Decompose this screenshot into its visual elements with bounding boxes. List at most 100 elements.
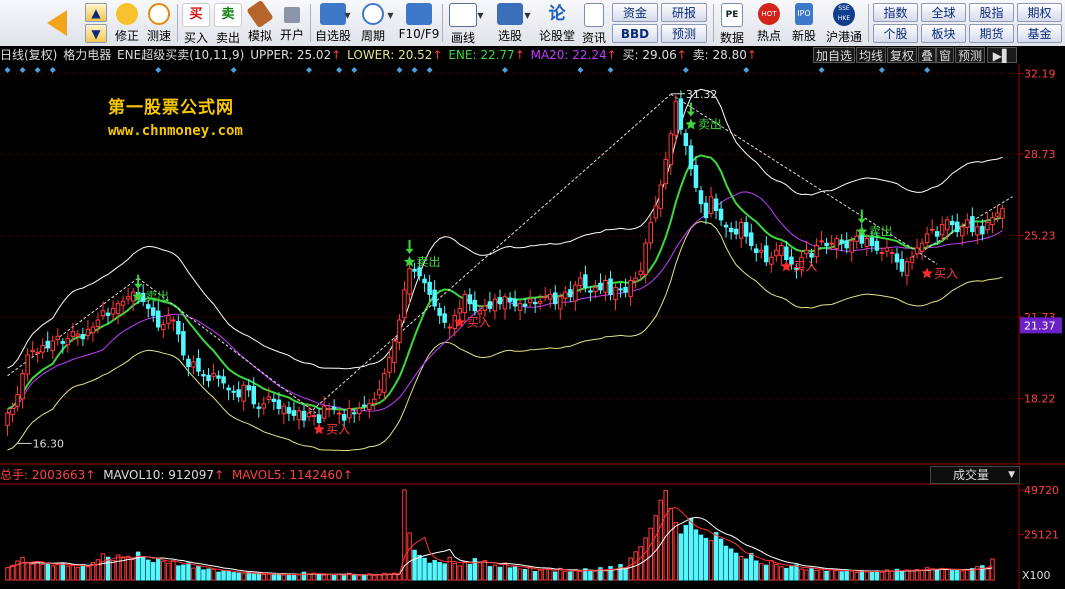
candle-body bbox=[819, 240, 824, 243]
volume-bar bbox=[35, 561, 40, 581]
add-watchlist-button[interactable]: 加自选 bbox=[813, 47, 856, 63]
buy-arrow: ↑ bbox=[676, 48, 687, 62]
volume-bar bbox=[764, 564, 769, 581]
candle-body bbox=[487, 301, 493, 309]
candle-body bbox=[211, 373, 216, 377]
ma-button[interactable]: 均线 bbox=[856, 47, 887, 63]
volume-bar bbox=[789, 566, 794, 581]
candle-body bbox=[236, 389, 241, 398]
candle-body bbox=[60, 341, 65, 344]
volume-bar bbox=[467, 563, 473, 581]
candle-body bbox=[628, 280, 633, 297]
candle-body bbox=[658, 184, 663, 209]
volume-bar bbox=[171, 560, 176, 581]
mavol10-value: MAVOL10: 912097 bbox=[103, 468, 215, 482]
volume-bar bbox=[151, 562, 156, 581]
candle-body bbox=[874, 240, 880, 251]
candle-body bbox=[638, 270, 643, 276]
panel-toggle-icon[interactable]: ▶▌ bbox=[987, 47, 1017, 63]
volume-indicator-select[interactable]: 成交量 ▼ bbox=[930, 466, 1020, 484]
volume-unit-label: X100 bbox=[1022, 569, 1051, 582]
candle-body bbox=[422, 278, 427, 284]
ma20-value: MA20: 22.24 bbox=[530, 48, 607, 62]
candle-body bbox=[899, 259, 905, 272]
volume-bar bbox=[849, 570, 854, 581]
window-button[interactable]: 窗 bbox=[936, 47, 955, 63]
candle-body bbox=[824, 242, 829, 247]
candle-body bbox=[960, 226, 965, 237]
candle-body bbox=[588, 290, 593, 293]
candle-body bbox=[110, 307, 116, 315]
overlay-button[interactable]: 叠 bbox=[918, 47, 937, 63]
volume-bar bbox=[698, 534, 704, 581]
buy-signal-label: 买入 bbox=[934, 266, 958, 280]
volume-bar bbox=[517, 568, 523, 581]
candle-body bbox=[839, 239, 844, 244]
volume-bar bbox=[527, 566, 533, 581]
volume-bar bbox=[743, 558, 749, 581]
volume-bar bbox=[512, 565, 518, 581]
candle-body bbox=[643, 242, 648, 275]
volume-bar bbox=[613, 568, 618, 581]
buy-signal-label: 买入 bbox=[326, 422, 350, 436]
volume-bar bbox=[55, 564, 60, 581]
candle-body bbox=[35, 352, 40, 355]
volume-bar bbox=[945, 569, 950, 581]
sell-signal-label: 卖出 bbox=[869, 225, 893, 239]
candle-body bbox=[492, 298, 498, 312]
candle-body bbox=[955, 221, 960, 233]
lower-arrow: ↑ bbox=[432, 48, 443, 62]
candle-body bbox=[713, 198, 719, 212]
candle-body bbox=[347, 408, 352, 419]
volume-bar bbox=[548, 568, 553, 581]
volume-bar bbox=[874, 570, 880, 581]
volume-bar bbox=[321, 574, 327, 581]
volume-bar bbox=[70, 565, 76, 581]
candle-body bbox=[256, 406, 261, 409]
predict-button[interactable]: 预测 bbox=[955, 47, 986, 63]
volume-bar bbox=[939, 567, 945, 581]
volume-bar bbox=[206, 568, 211, 581]
candle-body bbox=[527, 298, 533, 304]
stock-chart[interactable]: 卖出买入卖出买入卖出买入卖出买入16.3031.32 32.1928.7325.… bbox=[0, 0, 1065, 589]
candle-body bbox=[583, 274, 588, 288]
candle-body bbox=[497, 297, 503, 305]
candle-body bbox=[759, 249, 764, 253]
mavol5-value: MAVOL5: 1142460 bbox=[231, 468, 343, 482]
volume-bar bbox=[487, 566, 493, 581]
volume-bar bbox=[738, 556, 744, 581]
candle-body bbox=[377, 389, 382, 396]
volume-bar bbox=[10, 564, 15, 581]
candle-body bbox=[532, 301, 538, 305]
volume-bar bbox=[618, 564, 623, 581]
candle-body bbox=[985, 221, 990, 231]
volume-bar bbox=[482, 560, 488, 581]
candle-body bbox=[1000, 207, 1005, 219]
indicator-name: ENE超级买卖(10,11,9) bbox=[117, 48, 245, 62]
adjust-button[interactable]: 复权 bbox=[887, 47, 918, 63]
candle-body bbox=[573, 284, 578, 302]
candle-body bbox=[90, 326, 96, 334]
volume-bar bbox=[718, 538, 724, 581]
volume-bar bbox=[432, 560, 437, 581]
candle-body bbox=[321, 405, 327, 419]
candle-body bbox=[326, 408, 332, 410]
volume-bar bbox=[829, 569, 834, 581]
candle-body bbox=[869, 237, 875, 247]
volume-bar bbox=[673, 522, 679, 581]
volume-bar bbox=[733, 552, 739, 581]
volume-bar bbox=[442, 563, 447, 581]
volume-bar bbox=[50, 565, 55, 581]
candle-body bbox=[311, 415, 317, 417]
candle-body bbox=[603, 280, 608, 293]
buy-signal-label: 买入 bbox=[467, 315, 491, 329]
volume-bar bbox=[286, 574, 292, 581]
buy-value: 买: 29.06 bbox=[622, 48, 677, 62]
indicator-info-bar: 日线(复权) 格力电器 ENE超级买卖(10,11,9) UPPER: 25.0… bbox=[0, 46, 1065, 64]
candle-body bbox=[105, 312, 111, 316]
volume-bar bbox=[437, 561, 442, 581]
volume-bar bbox=[728, 548, 734, 581]
candle-body bbox=[970, 216, 975, 233]
candle-body bbox=[593, 286, 598, 293]
volume-bar bbox=[769, 560, 774, 581]
